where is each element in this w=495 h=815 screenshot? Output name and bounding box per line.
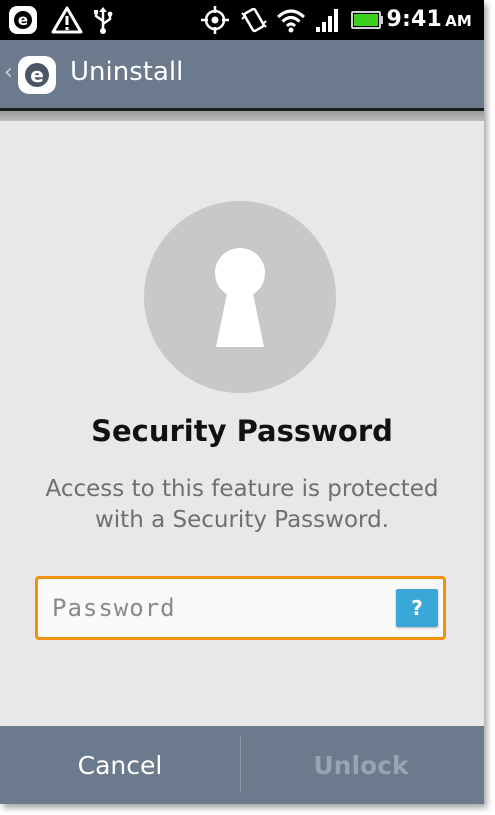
bottom-button-bar: Cancel Unlock bbox=[0, 726, 484, 804]
help-button[interactable]: ? bbox=[396, 589, 438, 627]
svg-text:e: e bbox=[30, 63, 44, 87]
phone-screen: e 9:41 AM ‹ e Uninstall Security Passwor… bbox=[0, 0, 484, 804]
vibrate-icon bbox=[238, 4, 270, 36]
password-field-container: ? bbox=[35, 576, 446, 640]
security-password-heading: Security Password bbox=[91, 414, 393, 448]
back-chevron-icon[interactable]: ‹ bbox=[4, 60, 13, 85]
help-question-icon: ? bbox=[411, 596, 423, 620]
svg-text:e: e bbox=[18, 11, 28, 29]
unlock-button[interactable]: Unlock bbox=[241, 726, 481, 804]
signal-icon bbox=[314, 4, 342, 36]
action-bar: ‹ e Uninstall bbox=[0, 40, 484, 108]
clock: 9:41 AM bbox=[387, 7, 472, 32]
action-bar-shadow bbox=[0, 111, 484, 121]
wifi-icon bbox=[274, 4, 308, 36]
eset-icon: e bbox=[6, 4, 40, 36]
security-password-description: Access to this feature is protected with… bbox=[45, 476, 439, 533]
status-bar: e 9:41 AM bbox=[0, 0, 484, 40]
page-title: Uninstall bbox=[70, 57, 184, 87]
app-logo-icon[interactable]: e bbox=[16, 54, 58, 100]
cancel-button[interactable]: Cancel bbox=[0, 726, 240, 804]
clock-ampm: AM bbox=[445, 12, 472, 30]
battery-icon bbox=[350, 4, 386, 36]
usb-icon bbox=[90, 4, 116, 36]
gps-icon bbox=[199, 4, 231, 36]
keyhole-icon bbox=[144, 201, 336, 393]
clock-time: 9:41 bbox=[386, 7, 443, 32]
warning-icon bbox=[50, 4, 84, 36]
password-input[interactable] bbox=[50, 587, 389, 629]
